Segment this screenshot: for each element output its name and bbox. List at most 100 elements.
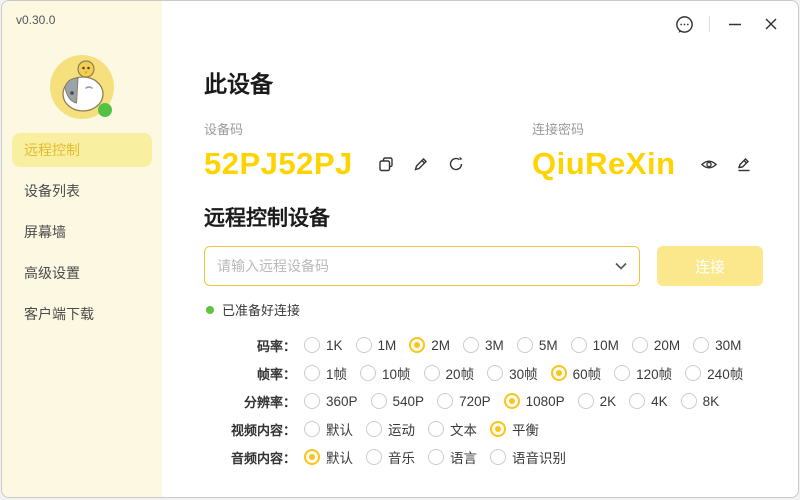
radio-option[interactable]: 3M (463, 337, 504, 353)
radio-option[interactable]: 1帧 (304, 363, 347, 383)
radio-option[interactable]: 720P (437, 393, 491, 409)
refresh-icon[interactable] (447, 155, 465, 173)
password-label: 连接密码 (532, 119, 798, 138)
radio-option[interactable]: 1M (356, 337, 397, 353)
radio-option-label: 240帧 (707, 363, 743, 383)
radio-icon[interactable] (366, 449, 382, 465)
radio-icon[interactable] (366, 421, 382, 437)
radio-option[interactable]: 音乐 (366, 447, 415, 467)
password-value: QiuReXin (532, 146, 676, 182)
radio-option[interactable]: 30M (693, 337, 741, 353)
settings-row-label: 帧率： (204, 364, 296, 383)
radio-icon[interactable] (304, 421, 320, 437)
device-code-label: 设备码 (204, 119, 532, 138)
window-controls (673, 13, 782, 35)
radio-icon[interactable] (371, 393, 387, 409)
connection-status: 已准备好连接 (206, 300, 798, 319)
sidebar-item-1[interactable]: 设备列表 (12, 174, 152, 208)
avatar[interactable] (50, 55, 114, 119)
radio-option[interactable]: 5M (517, 337, 558, 353)
radio-icon[interactable] (304, 393, 320, 409)
feedback-icon[interactable] (673, 13, 695, 35)
radio-option[interactable]: 20M (632, 337, 680, 353)
radio-icon[interactable] (490, 449, 506, 465)
radio-icon[interactable] (487, 365, 503, 381)
radio-option[interactable]: 60帧 (551, 363, 602, 383)
radio-option[interactable]: 540P (371, 393, 425, 409)
remote-device-code-input[interactable] (204, 246, 640, 286)
radio-icon[interactable] (424, 365, 440, 381)
radio-icon[interactable] (578, 393, 594, 409)
this-device-title: 此设备 (204, 65, 798, 99)
radio-option-label: 1K (326, 338, 343, 353)
radio-option[interactable]: 2M (409, 337, 450, 353)
settings-row-2: 分辨率：360P540P720P1080P2K4K8K (204, 387, 798, 415)
radio-option-label: 10M (593, 338, 619, 353)
ready-status-text: 已准备好连接 (222, 300, 300, 319)
radio-option[interactable]: 20帧 (424, 363, 475, 383)
radio-option[interactable]: 2K (578, 393, 617, 409)
edit-icon[interactable] (412, 155, 430, 173)
radio-option-label: 默认 (326, 447, 353, 467)
radio-option[interactable]: 8K (681, 393, 720, 409)
radio-option-label: 120帧 (636, 363, 672, 383)
radio-option-label: 1帧 (326, 363, 347, 383)
radio-icon[interactable] (356, 337, 372, 353)
radio-option[interactable]: 240帧 (685, 363, 743, 383)
sidebar-item-4[interactable]: 客户端下载 (12, 297, 152, 331)
radio-icon[interactable] (463, 337, 479, 353)
radio-icon[interactable] (360, 365, 376, 381)
radio-option[interactable]: 运动 (366, 419, 415, 439)
settings-row-label: 码率： (204, 336, 296, 355)
radio-icon[interactable] (614, 365, 630, 381)
radio-icon[interactable] (685, 365, 701, 381)
sidebar-item-0[interactable]: 远程控制 (12, 133, 152, 167)
radio-option[interactable]: 120帧 (614, 363, 672, 383)
radio-icon[interactable] (681, 393, 697, 409)
radio-icon[interactable] (517, 337, 533, 353)
radio-option[interactable]: 语言 (428, 447, 477, 467)
connect-button[interactable]: 连接 (657, 246, 763, 286)
radio-option-label: 360P (326, 394, 358, 409)
radio-option-label: 20帧 (446, 363, 475, 383)
radio-option-label: 2M (431, 338, 450, 353)
radio-icon[interactable] (304, 337, 320, 353)
radio-option[interactable]: 默认 (304, 447, 353, 467)
sidebar-item-2[interactable]: 屏幕墙 (12, 215, 152, 249)
radio-option[interactable]: 语音识别 (490, 447, 566, 467)
radio-option[interactable]: 1080P (504, 393, 565, 409)
minimize-button[interactable] (724, 13, 746, 35)
radio-icon[interactable] (693, 337, 709, 353)
password-block: 连接密码 QiuReXin (532, 119, 798, 182)
radio-selected-icon[interactable] (490, 421, 506, 437)
radio-icon[interactable] (629, 393, 645, 409)
copy-icon[interactable] (377, 155, 395, 173)
radio-icon[interactable] (437, 393, 453, 409)
radio-option-label: 1080P (526, 394, 565, 409)
radio-option[interactable]: 10帧 (360, 363, 411, 383)
radio-icon[interactable] (632, 337, 648, 353)
radio-selected-icon[interactable] (551, 365, 567, 381)
radio-option[interactable]: 1K (304, 337, 343, 353)
radio-option[interactable]: 10M (571, 337, 619, 353)
radio-selected-icon[interactable] (304, 449, 320, 465)
close-button[interactable] (760, 13, 782, 35)
radio-selected-icon[interactable] (504, 393, 520, 409)
radio-option[interactable]: 4K (629, 393, 668, 409)
radio-option[interactable]: 默认 (304, 419, 353, 439)
radio-option-label: 20M (654, 338, 680, 353)
radio-option-label: 8K (703, 394, 720, 409)
radio-option[interactable]: 文本 (428, 419, 477, 439)
radio-icon[interactable] (428, 449, 444, 465)
radio-icon[interactable] (571, 337, 587, 353)
radio-option[interactable]: 30帧 (487, 363, 538, 383)
radio-option-label: 60帧 (573, 363, 602, 383)
radio-option[interactable]: 360P (304, 393, 358, 409)
edit-icon[interactable] (735, 155, 753, 173)
sidebar-item-3[interactable]: 高级设置 (12, 256, 152, 290)
radio-selected-icon[interactable] (409, 337, 425, 353)
radio-option[interactable]: 平衡 (490, 419, 539, 439)
radio-icon[interactable] (304, 365, 320, 381)
eye-icon[interactable] (700, 155, 718, 173)
radio-icon[interactable] (428, 421, 444, 437)
